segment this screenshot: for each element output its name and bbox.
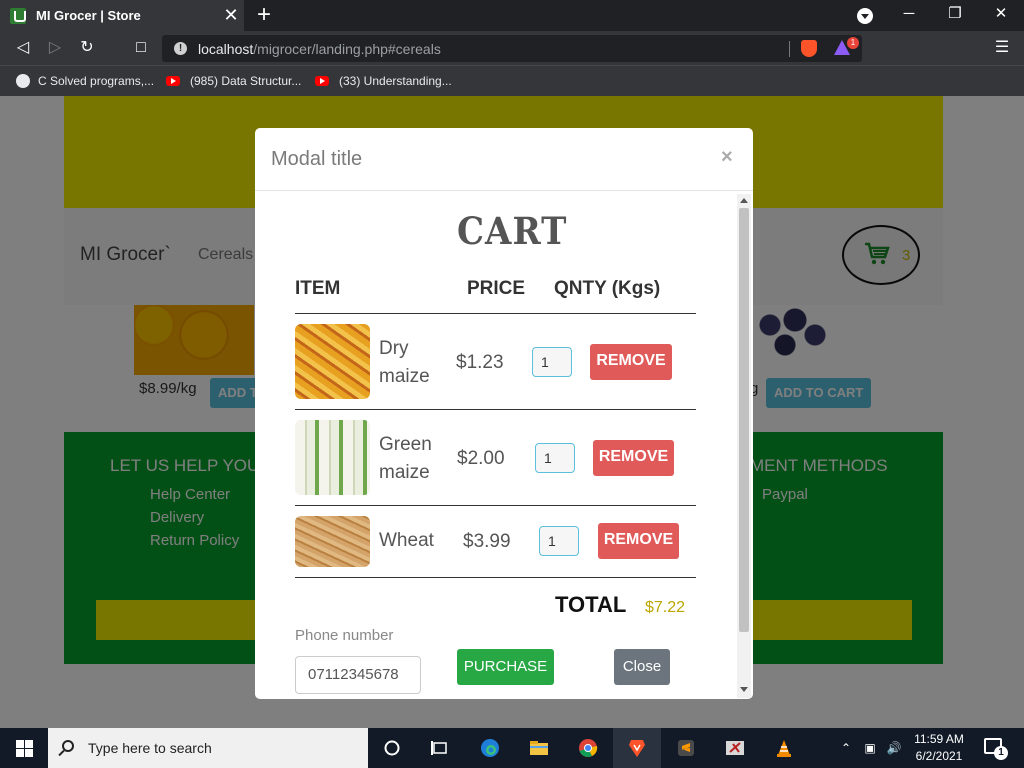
phone-label: Phone number [295, 627, 394, 644]
file-explorer-icon[interactable] [515, 728, 563, 768]
browser-tab[interactable]: MI Grocer | Store ✕ [0, 0, 244, 31]
youtube-icon [166, 76, 180, 86]
item-name-line: maize [379, 462, 430, 483]
scroll-thumb[interactable] [739, 208, 749, 632]
task-view-icon[interactable] [416, 728, 464, 768]
grocer-favicon-icon [10, 7, 26, 24]
purchase-button[interactable]: PURCHASE [457, 649, 554, 685]
quantity-input[interactable]: 1 [539, 526, 579, 556]
browser-toolbar: ◁ ▷ ↻ □ ! localhost/migrocer/landing.php… [0, 31, 1024, 65]
notification-center-icon[interactable]: 1 [984, 738, 1008, 760]
url-separator [789, 41, 790, 57]
item-name: Green maize [379, 431, 432, 487]
clock-date: 6/2/2021 [915, 749, 963, 763]
bookmarks-bar: C Solved programs,... (985) Data Structu… [0, 65, 1024, 96]
network-icon[interactable]: ▣ [860, 728, 880, 768]
scroll-down-icon[interactable] [740, 687, 748, 692]
restore-button[interactable]: ❐ [932, 0, 978, 30]
total-label: TOTAL [555, 592, 627, 617]
tab-title: MI Grocer | Store [36, 8, 141, 23]
snipping-tool-icon[interactable] [711, 728, 759, 768]
window-close-button[interactable]: ✕ [978, 0, 1024, 30]
item-name-line: maize [379, 366, 430, 387]
item-image-dry-maize [295, 324, 370, 399]
item-name-line: Dry [379, 338, 409, 359]
item-name: Dry maize [379, 335, 430, 391]
brave-browser-icon[interactable] [613, 728, 661, 768]
divider [295, 313, 696, 314]
item-image-wheat [295, 516, 370, 567]
url-host: localhost [198, 41, 254, 57]
remove-button[interactable]: REMOVE [593, 440, 674, 476]
tab-search-icon[interactable] [857, 8, 873, 24]
youtube-icon [315, 76, 329, 86]
reload-icon[interactable]: ↻ [72, 31, 102, 65]
bookmark-item[interactable]: (33) Understanding... [315, 66, 452, 96]
cart-modal: Modal title × CART ITEM PRICE QNTY (Kgs)… [255, 128, 753, 699]
phone-input[interactable]: 07112345678 [295, 656, 421, 694]
bookmark-label: (985) Data Structur... [190, 74, 302, 88]
clock-time: 11:59 AM [914, 732, 964, 746]
taskbar-search[interactable]: Type here to search [48, 728, 368, 768]
quantity-input[interactable]: 1 [535, 443, 575, 473]
notification-count: 1 [994, 746, 1008, 760]
item-image-green-maize [295, 420, 370, 495]
system-clock[interactable]: 11:59 AM 6/2/2021 [904, 731, 974, 765]
divider [295, 505, 696, 506]
minimize-button[interactable]: ─ [886, 0, 932, 30]
url-path: /migrocer/landing.php#cereals [253, 41, 441, 57]
address-bar[interactable]: ! localhost/migrocer/landing.php#cereals… [162, 35, 862, 62]
bookmark-icon[interactable]: □ [126, 31, 156, 65]
quantity-input[interactable]: 1 [532, 347, 572, 377]
remove-button[interactable]: REMOVE [598, 523, 679, 559]
tab-close-icon[interactable]: ✕ [218, 5, 244, 26]
browser-menu-icon[interactable]: ☰ [990, 31, 1014, 65]
item-price: $3.99 [463, 531, 511, 552]
item-name-line: Green [379, 434, 432, 455]
rewards-badge: 1 [847, 37, 859, 49]
modal-scrollbar[interactable] [737, 194, 751, 698]
item-price: $2.00 [457, 448, 505, 469]
cart-heading: CART [457, 210, 568, 254]
taskbar-search-placeholder: Type here to search [88, 740, 212, 756]
close-button[interactable]: Close [614, 649, 670, 685]
column-header-price: PRICE [467, 278, 526, 299]
item-price: $1.23 [456, 352, 504, 373]
modal-close-icon[interactable]: × [721, 146, 733, 169]
tray-chevron-icon[interactable]: ⌃ [838, 728, 854, 768]
search-icon [62, 740, 74, 752]
bookmark-label: C Solved programs,... [38, 74, 155, 88]
item-name-line: Wheat [379, 530, 434, 551]
new-tab-button[interactable]: + [252, 1, 276, 29]
windows-start-icon[interactable] [0, 728, 48, 768]
brave-shields-icon[interactable] [801, 40, 817, 57]
remove-button[interactable]: REMOVE [590, 344, 672, 380]
site-info-icon[interactable]: ! [174, 42, 187, 55]
windows-taskbar: Type here to search ⌃ ▣ 🔊 11:59 AM 6/2/2… [0, 728, 1024, 768]
browser-tab-bar: MI Grocer | Store ✕ + ─ ❐ ✕ [0, 0, 1024, 31]
modal-header: Modal title × [255, 128, 753, 191]
column-header-item: ITEM [295, 278, 341, 299]
forward-arrow-icon[interactable]: ▷ [40, 31, 70, 65]
divider [295, 577, 696, 578]
chrome-icon[interactable] [564, 728, 612, 768]
bookmark-item[interactable]: C Solved programs,... [16, 66, 154, 96]
bookmark-item[interactable]: (985) Data Structur... [166, 66, 301, 96]
vlc-icon[interactable] [760, 728, 808, 768]
divider [295, 409, 696, 410]
scroll-up-icon[interactable] [740, 198, 748, 203]
volume-icon[interactable]: 🔊 [884, 728, 904, 768]
modal-title: Modal title [271, 148, 363, 170]
cortana-icon[interactable] [368, 728, 416, 768]
edge-icon[interactable] [466, 728, 514, 768]
sublime-text-icon[interactable] [662, 728, 710, 768]
column-header-qty: QNTY (Kgs) [554, 278, 661, 299]
total-value: $7.22 [645, 599, 686, 616]
item-name: Wheat [379, 527, 434, 555]
back-arrow-icon[interactable]: ◁ [8, 31, 38, 65]
url-text[interactable]: localhost/migrocer/landing.php#cereals [198, 41, 441, 57]
globe-icon [16, 74, 30, 88]
bookmark-label: (33) Understanding... [339, 74, 452, 88]
